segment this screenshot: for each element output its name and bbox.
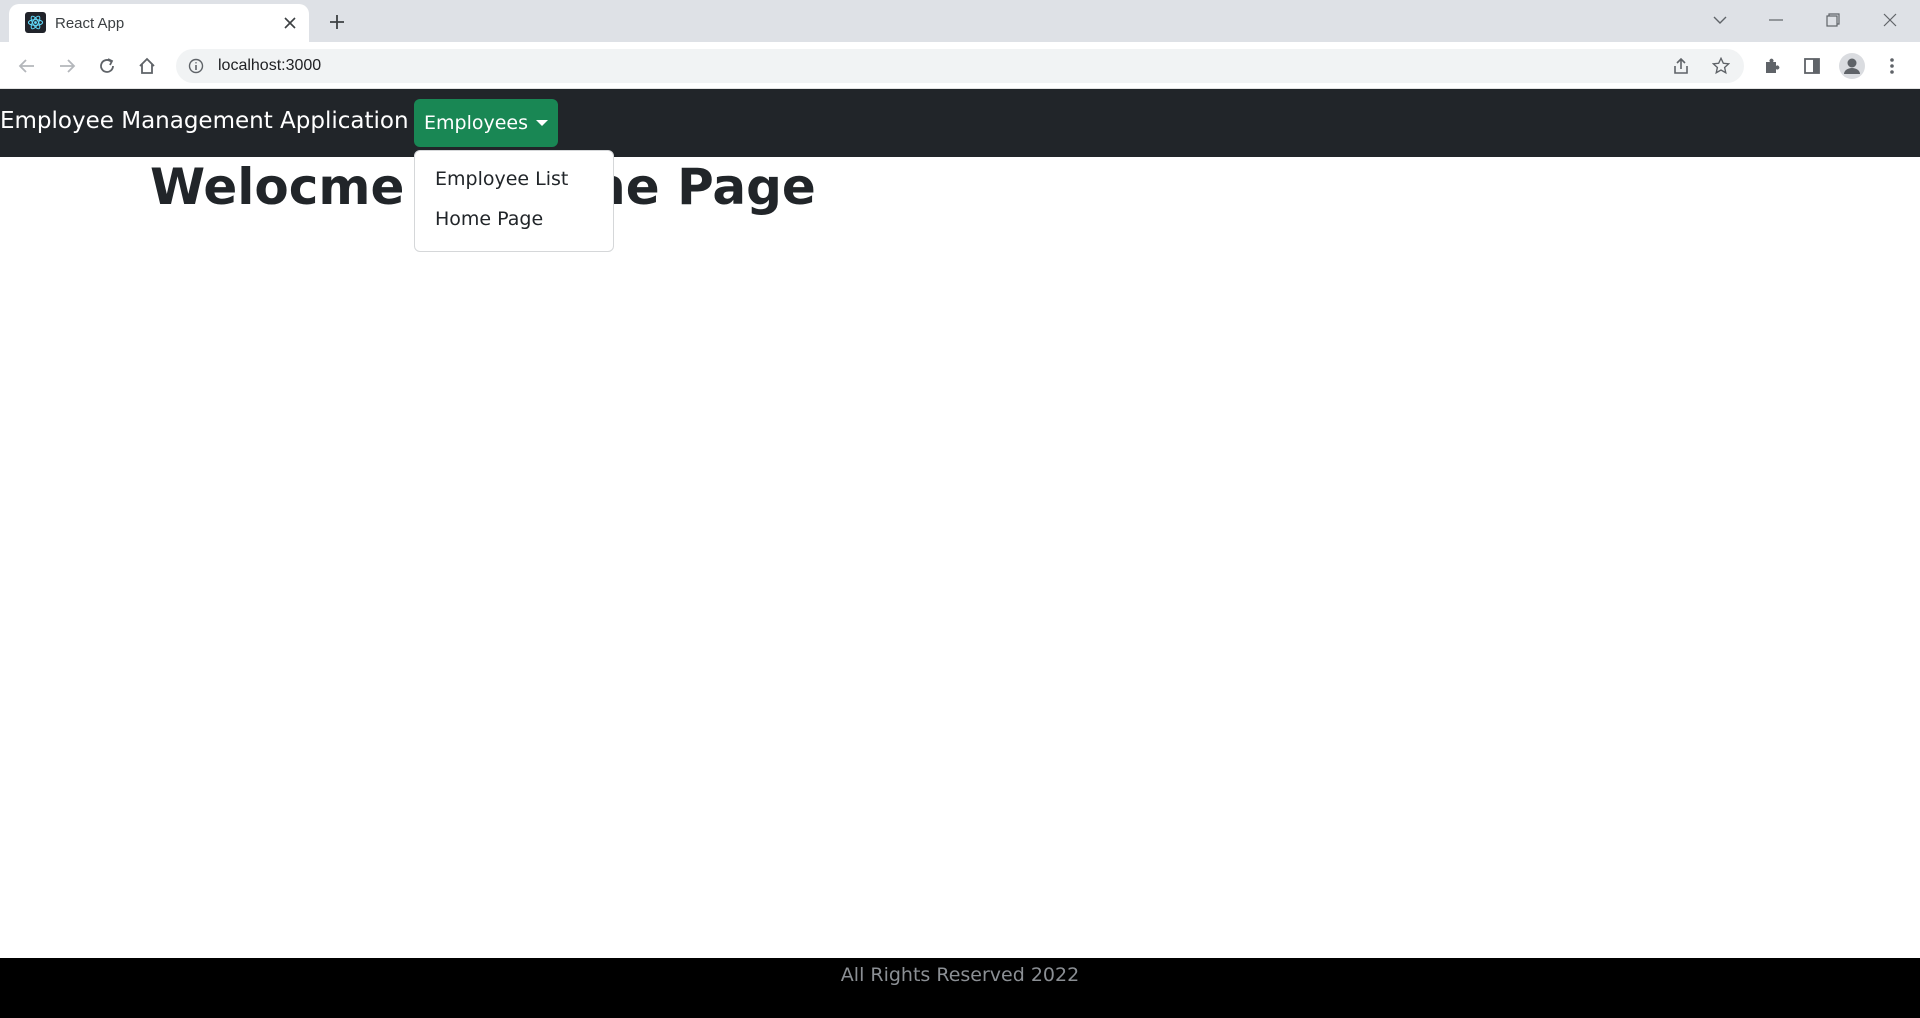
browser-tabstrip: React App bbox=[0, 0, 1920, 42]
star-icon[interactable] bbox=[1710, 55, 1732, 77]
kebab-menu-icon[interactable] bbox=[1878, 52, 1906, 80]
window-close-icon[interactable] bbox=[1872, 6, 1908, 34]
share-icon[interactable] bbox=[1670, 55, 1692, 77]
browser-toolbar: localhost:3000 bbox=[0, 42, 1920, 89]
footer-text: All Rights Reserved 2022 bbox=[840, 964, 1080, 986]
navbar-brand[interactable]: Employee Management Application bbox=[0, 108, 409, 134]
browser-tab[interactable]: React App bbox=[9, 4, 309, 42]
url-text: localhost:3000 bbox=[218, 57, 322, 74]
dropdown-item-employee-list[interactable]: Employee List bbox=[415, 159, 613, 199]
chevron-down-icon[interactable] bbox=[1702, 6, 1738, 34]
close-icon[interactable] bbox=[281, 14, 299, 32]
navbar: Employee Management Application Employee… bbox=[0, 89, 1920, 157]
dropdown-label: Employees bbox=[424, 112, 528, 134]
address-bar[interactable]: localhost:3000 bbox=[176, 49, 1744, 83]
arrow-right-icon[interactable] bbox=[53, 52, 81, 80]
info-icon[interactable] bbox=[186, 56, 206, 76]
avatar-icon[interactable] bbox=[1838, 52, 1866, 80]
employees-dropdown-button[interactable]: Employees bbox=[414, 99, 558, 147]
minimize-icon[interactable] bbox=[1758, 6, 1794, 34]
dropdown-item-home-page[interactable]: Home Page bbox=[415, 199, 613, 239]
dropdown-menu: Employee List Home Page bbox=[414, 150, 614, 252]
footer: All Rights Reserved 2022 bbox=[0, 958, 1920, 1018]
reload-icon[interactable] bbox=[93, 52, 121, 80]
side-panel-icon[interactable] bbox=[1798, 52, 1826, 80]
react-logo-icon bbox=[25, 12, 46, 33]
restore-icon[interactable] bbox=[1815, 6, 1851, 34]
arrow-left-icon[interactable] bbox=[13, 52, 41, 80]
home-icon[interactable] bbox=[133, 52, 161, 80]
puzzle-icon[interactable] bbox=[1758, 52, 1786, 80]
tab-title: React App bbox=[55, 15, 125, 32]
plus-icon[interactable] bbox=[325, 10, 349, 34]
caret-down-icon bbox=[536, 120, 548, 126]
